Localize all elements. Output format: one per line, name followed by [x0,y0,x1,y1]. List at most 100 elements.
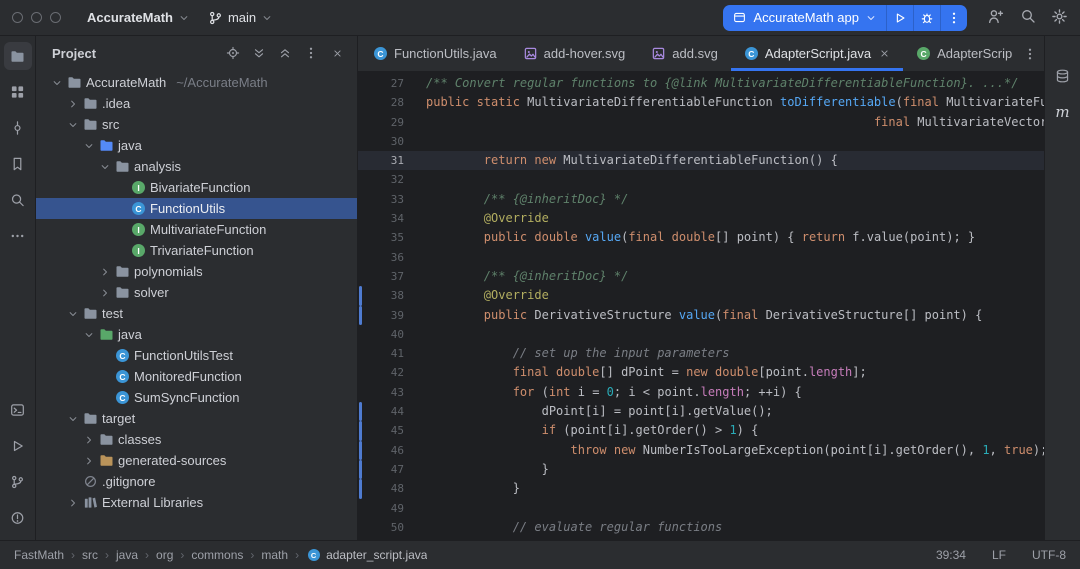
code-line-39[interactable]: 39 public DerivativeStructure value(fina… [358,306,1044,325]
bookmarks-tool-button[interactable] [4,150,32,178]
tool-window-options-button[interactable] [299,41,323,65]
code-line-32[interactable]: 32 [358,170,1044,189]
code-line-28[interactable]: 28public static MultivariateDifferentiab… [358,93,1044,112]
tree-item-trivariatefunction[interactable]: ITrivariateFunction [36,240,357,261]
tree-item-classes[interactable]: classes [36,429,357,450]
code-line-43[interactable]: 43 for (int i = 0; i < point.length; ++i… [358,383,1044,402]
maximize-window-button[interactable] [50,12,61,23]
commit-tool-button[interactable] [4,114,32,142]
close-tab-icon[interactable] [879,48,890,59]
tree-item-monitoredfunction[interactable]: CMonitoredFunction [36,366,357,387]
run-config-selector[interactable]: AccurateMath app [723,5,886,31]
version-control-tool-button[interactable] [4,468,32,496]
code-line-36[interactable]: 36 [358,248,1044,267]
code-line-42[interactable]: 42 final double[] dPoint = new double[po… [358,363,1044,382]
ide-window: AccurateMath main AccurateMath app [0,0,1080,569]
problems-tool-button[interactable] [4,504,32,532]
code-line-30[interactable]: 30 [358,132,1044,151]
tab-options-button[interactable] [1016,36,1044,71]
structure-tool-button[interactable] [4,78,32,106]
code-line-41[interactable]: 41 // set up the input parameters [358,344,1044,363]
line-number: 46 [358,441,420,460]
tree-item-polynomials[interactable]: polynomials [36,261,357,282]
breadcrumb-item[interactable]: commons [191,548,243,562]
code-line-34[interactable]: 34 @Override [358,209,1044,228]
breadcrumb-item[interactable]: FastMath [14,548,64,562]
code-line-50[interactable]: 50 // evaluate regular functions [358,518,1044,537]
code-line-47[interactable]: 47 } [358,460,1044,479]
tree-item-idea[interactable]: .idea [36,93,357,114]
breadcrumb-item[interactable]: java [116,548,138,562]
tab-add-hover-svg[interactable]: add-hover.svg [510,36,639,71]
tree-item-target[interactable]: target [36,408,357,429]
code-line-31[interactable]: 31 return new MultivariateDifferentiable… [358,151,1044,170]
debug-button[interactable] [913,5,940,31]
code-line-27[interactable]: 27/** Convert regular functions to {@lin… [358,74,1044,93]
tree-item-java[interactable]: java [36,135,357,156]
tree-item-gitignore[interactable]: .gitignore [36,471,357,492]
hide-tool-window-button[interactable] [325,41,349,65]
code-line-37[interactable]: 37 /** {@inheritDoc} */ [358,267,1044,286]
code-line-38[interactable]: 38 @Override [358,286,1044,305]
breadcrumb-file[interactable]: Cadapter_script.java [306,548,427,563]
close-window-button[interactable] [12,12,23,23]
run-button[interactable] [886,5,913,31]
tree-item-sumsyncfunction[interactable]: CSumSyncFunction [36,387,357,408]
breadcrumb-file-label: adapter_script.java [326,548,427,562]
line-separator[interactable]: LF [992,548,1006,562]
select-opened-file-button[interactable] [221,41,245,65]
tab-adapterscrip[interactable]: CAdapterScrip [903,36,1016,71]
code-with-me-button[interactable] [987,8,1004,28]
tree-item-solver[interactable]: solver [36,282,357,303]
tree-item-label: test [102,306,123,321]
code-editor[interactable]: 27/** Convert regular functions to {@lin… [358,72,1044,540]
tree-item-java[interactable]: java [36,324,357,345]
tab-adapterscript-java[interactable]: CAdapterScript.java [731,36,903,71]
settings-button[interactable] [1051,8,1068,28]
branch-selector[interactable]: main [204,5,277,31]
code-line-29[interactable]: 29 final MultivariateVectorFunction grad… [358,113,1044,132]
tree-item-multivariatefunction[interactable]: IMultivariateFunction [36,219,357,240]
code-line-48[interactable]: 48 } [358,479,1044,498]
tree-item-label: .idea [102,96,130,111]
folder-gen-icon [99,453,114,468]
tree-item-external-libraries[interactable]: External Libraries [36,492,357,513]
code-line-45[interactable]: 45 if (point[i].getOrder() > 1) { [358,421,1044,440]
tab-add-svg[interactable]: add.svg [638,36,731,71]
code-line-33[interactable]: 33 /** {@inheritDoc} */ [358,190,1044,209]
tree-item-bivariatefunction[interactable]: IBivariateFunction [36,177,357,198]
tree-item-analysis[interactable]: analysis [36,156,357,177]
tree-item-functionutilstest[interactable]: CFunctionUtilsTest [36,345,357,366]
caret-position[interactable]: 39:34 [936,548,966,562]
minimize-window-button[interactable] [31,12,42,23]
terminal-tool-button[interactable] [4,396,32,424]
more-tool-windows-tool-button[interactable] [4,222,32,250]
expand-all-button[interactable] [247,41,271,65]
project-tool-button[interactable] [4,42,32,70]
tree-item-functionutils[interactable]: CFunctionUtils [36,198,357,219]
maven-tool-button[interactable]: m [1049,98,1077,126]
tree-item-generated-sources[interactable]: generated-sources [36,450,357,471]
search-everywhere-button[interactable] [1019,8,1036,28]
find-tool-button[interactable] [4,186,32,214]
collapse-all-button[interactable] [273,41,297,65]
tab-functionutils-java[interactable]: CFunctionUtils.java [360,36,510,71]
code-line-44[interactable]: 44 dPoint[i] = point[i].getValue(); [358,402,1044,421]
breadcrumb-item[interactable]: math [261,548,288,562]
code-line-40[interactable]: 40 [358,325,1044,344]
code-line-35[interactable]: 35 public double value(final double[] po… [358,228,1044,247]
database-tool-button[interactable] [1049,62,1077,90]
breadcrumb-item[interactable]: org [156,548,173,562]
project-selector[interactable]: AccurateMath [83,5,194,31]
tree-item-test[interactable]: test [36,303,357,324]
run-more-options-button[interactable] [940,5,967,31]
tree-item-accuratemath[interactable]: AccurateMath~/AccurateMath [36,72,357,93]
run-tool-button[interactable] [4,432,32,460]
code-line-46[interactable]: 46 throw new NumberIsTooLargeException(p… [358,441,1044,460]
breadcrumb-item[interactable]: src [82,548,98,562]
tree-item-src[interactable]: src [36,114,357,135]
class-green-icon: C [916,46,931,61]
code-line-49[interactable]: 49 [358,499,1044,518]
chevron-placeholder [98,348,111,364]
file-encoding[interactable]: UTF-8 [1032,548,1066,562]
